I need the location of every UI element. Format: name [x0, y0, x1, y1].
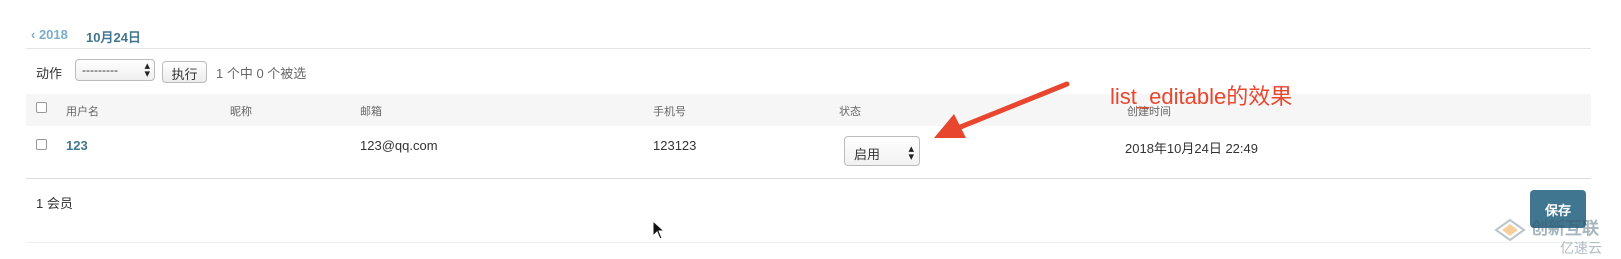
- phone-cell: 123123: [653, 138, 697, 153]
- divider: [26, 242, 1591, 243]
- run-action-button[interactable]: 执行: [162, 61, 207, 83]
- email-cell: 123@qq.com: [360, 138, 438, 153]
- watermark-text: 创新互联: [1531, 219, 1599, 238]
- column-header-username[interactable]: 用户名: [66, 103, 99, 119]
- status-select[interactable]: 启用 ▴ ▾: [844, 136, 920, 166]
- result-count: 1 会员: [36, 196, 73, 211]
- action-select-value: ---------: [82, 63, 118, 77]
- created-cell: 2018年10月24日 22:49: [1125, 141, 1258, 156]
- status-select-value: 启用: [854, 147, 881, 162]
- annotation-arrow-icon: [934, 81, 1070, 138]
- select-arrows-icon: ▴ ▾: [908, 143, 914, 163]
- mouse-cursor-icon: [652, 220, 666, 240]
- actions-label: 动作: [36, 66, 63, 81]
- date-hierarchy-current: 10月24日: [86, 30, 141, 45]
- username-link[interactable]: 123: [66, 138, 88, 153]
- table-header: [26, 94, 1591, 126]
- watermark-subtext: 亿速云: [1560, 240, 1602, 256]
- row-checkbox[interactable]: [36, 139, 47, 150]
- select-all-checkbox[interactable]: [36, 102, 47, 113]
- divider: [26, 178, 1591, 179]
- selection-counter: 1 个中 0 个被选: [216, 66, 307, 81]
- action-select[interactable]: --------- ▴ ▾: [75, 59, 155, 81]
- column-header-email[interactable]: 邮箱: [360, 103, 382, 119]
- column-header-status[interactable]: 状态: [839, 103, 861, 119]
- select-arrows-icon: ▴ ▾: [144, 60, 150, 80]
- date-hierarchy-back-link[interactable]: ‹ 2018: [31, 27, 68, 42]
- column-header-phone[interactable]: 手机号: [653, 103, 686, 119]
- column-header-nickname[interactable]: 昵称: [230, 103, 252, 119]
- divider: [26, 48, 1591, 49]
- watermark-logo-icon: [1494, 218, 1526, 242]
- annotation-label: list_editable的效果: [1110, 84, 1293, 109]
